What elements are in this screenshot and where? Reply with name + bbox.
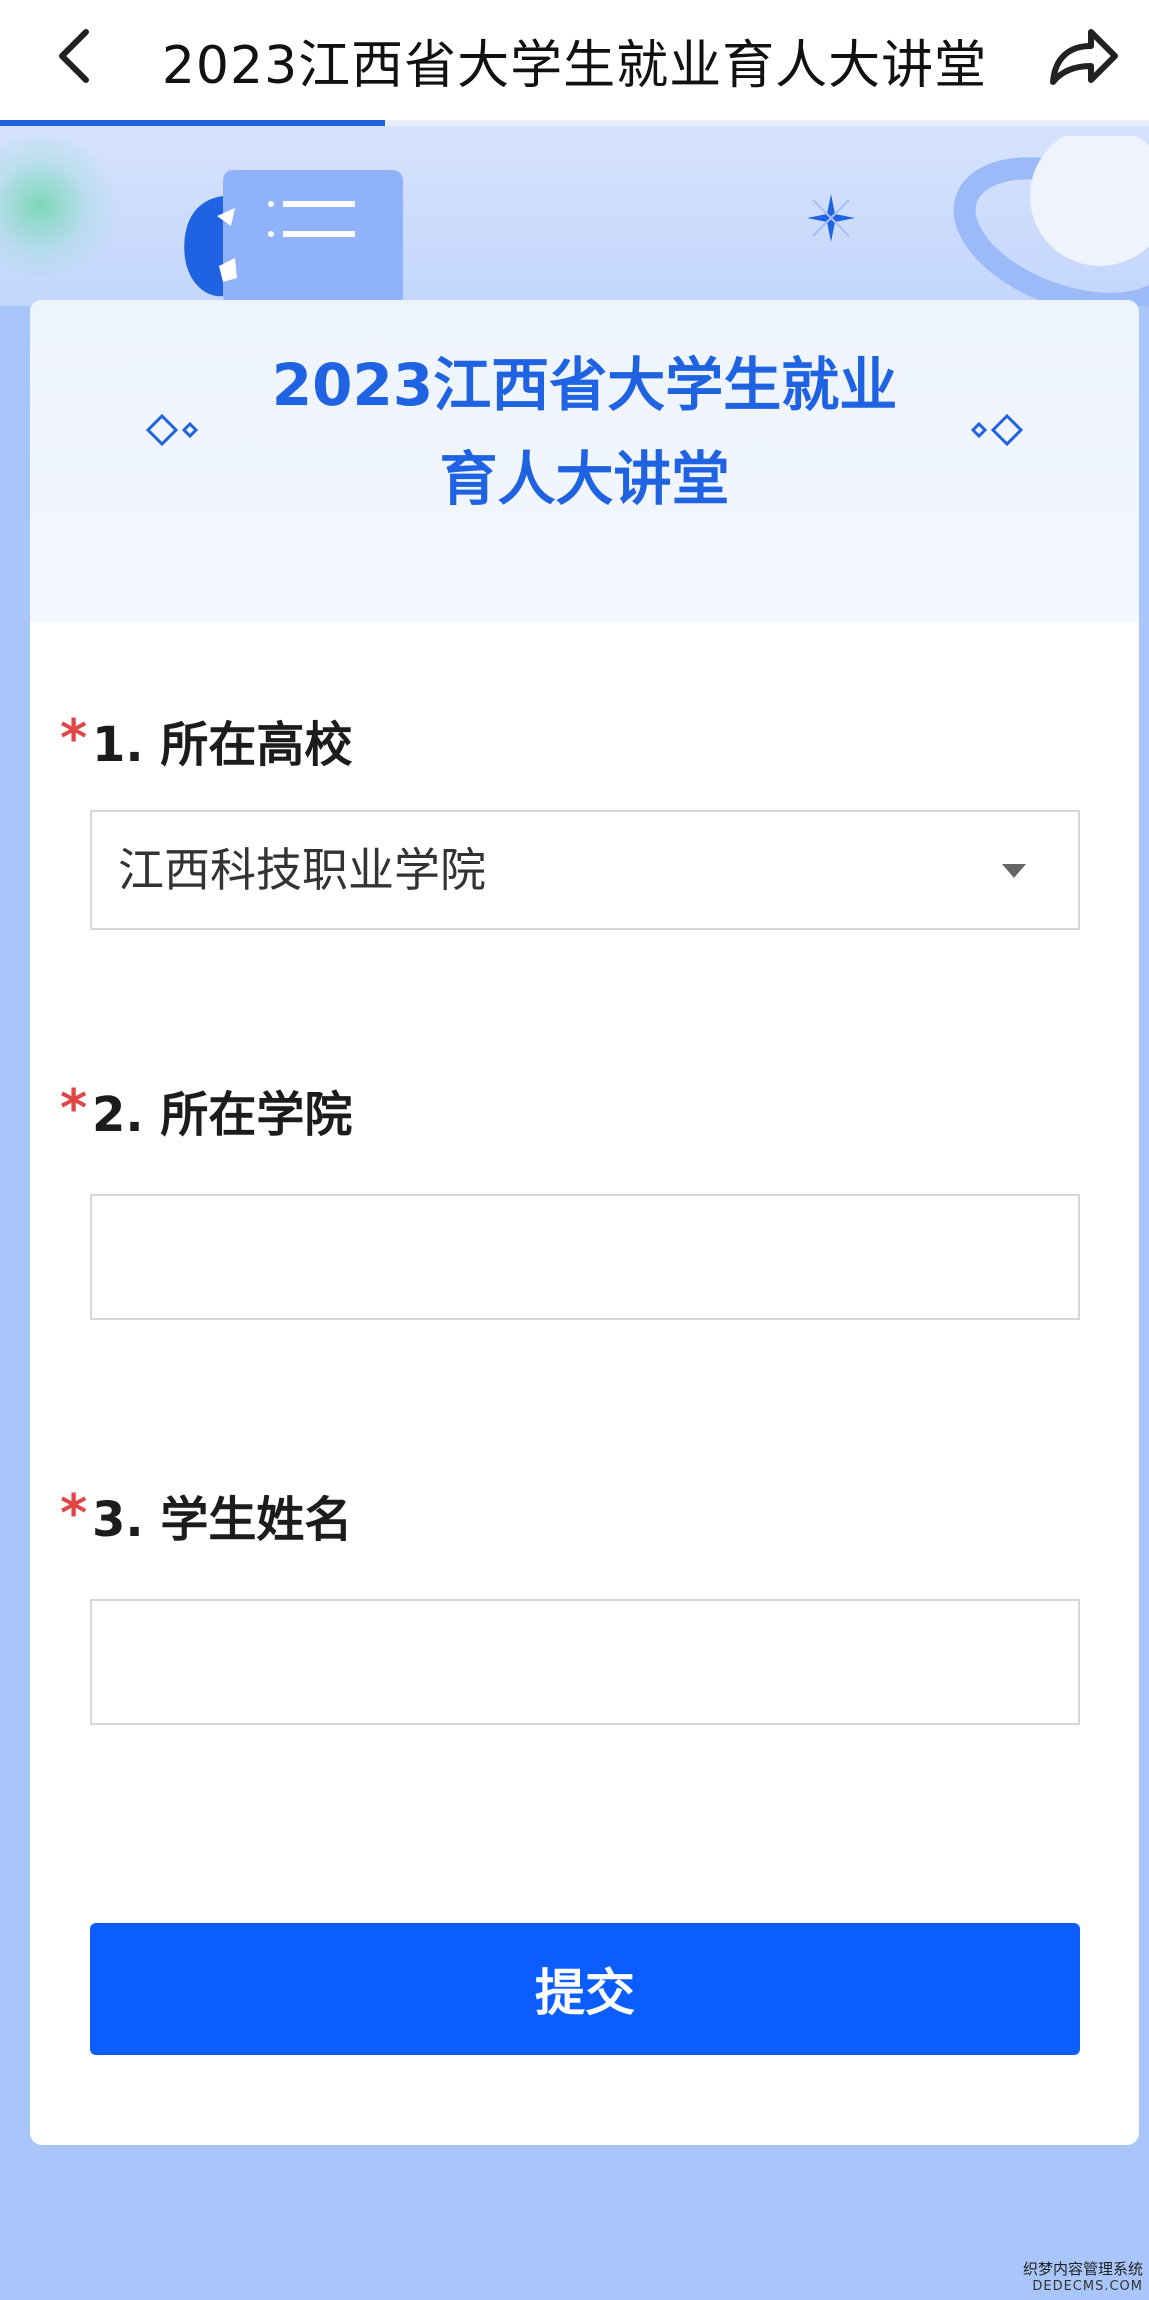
page-title: 2023江西省大学生就业育人大讲堂	[161, 35, 988, 96]
planet-icon	[953, 136, 1149, 306]
form-card: 2023江西省大学生就业 育人大讲堂 * 1. 所在高校 江西科技职业学院 * …	[30, 300, 1139, 2145]
required-mark: *	[60, 1079, 88, 1139]
school-select[interactable]: 江西科技职业学院	[90, 810, 1080, 930]
question-label: 1. 所在高校	[92, 717, 353, 773]
sparkle-icon	[807, 194, 855, 242]
question-label: 2. 所在学院	[92, 1087, 353, 1143]
watermark-line1: 织梦内容管理系统	[1022, 2260, 1143, 2278]
back-button[interactable]	[48, 26, 108, 86]
header-decoration	[0, 126, 1149, 306]
card-header: 2023江西省大学生就业 育人大讲堂	[30, 300, 1139, 622]
watermark: 织梦内容管理系统 DEDECMS.COM	[1023, 2260, 1143, 2296]
share-button[interactable]	[1047, 22, 1121, 90]
question-label: 3. 学生姓名	[92, 1492, 353, 1548]
share-arrow-icon	[1050, 29, 1118, 85]
top-navbar: 2023江西省大学生就业育人大讲堂	[0, 0, 1149, 120]
school-select-value: 江西科技职业学院	[118, 843, 486, 897]
dropdown-arrow-icon	[1002, 864, 1026, 878]
diamond-decoration-icon	[145, 413, 199, 447]
question-school: * 1. 所在高校	[60, 705, 352, 775]
chevron-left-icon	[59, 29, 89, 83]
student-name-input[interactable]	[90, 1599, 1080, 1725]
college-input[interactable]	[90, 1194, 1080, 1320]
submit-button[interactable]: 提交	[90, 1923, 1080, 2055]
diamond-decoration-icon	[970, 413, 1024, 447]
required-mark: *	[60, 709, 88, 769]
watermark-line2: DEDECMS.COM	[1032, 2279, 1143, 2294]
question-college: * 2. 所在学院	[60, 1075, 352, 1145]
speaker-board-icon	[184, 170, 403, 306]
decorative-blob	[0, 136, 120, 276]
required-mark: *	[60, 1484, 88, 1544]
question-student-name: * 3. 学生姓名	[60, 1480, 352, 1550]
